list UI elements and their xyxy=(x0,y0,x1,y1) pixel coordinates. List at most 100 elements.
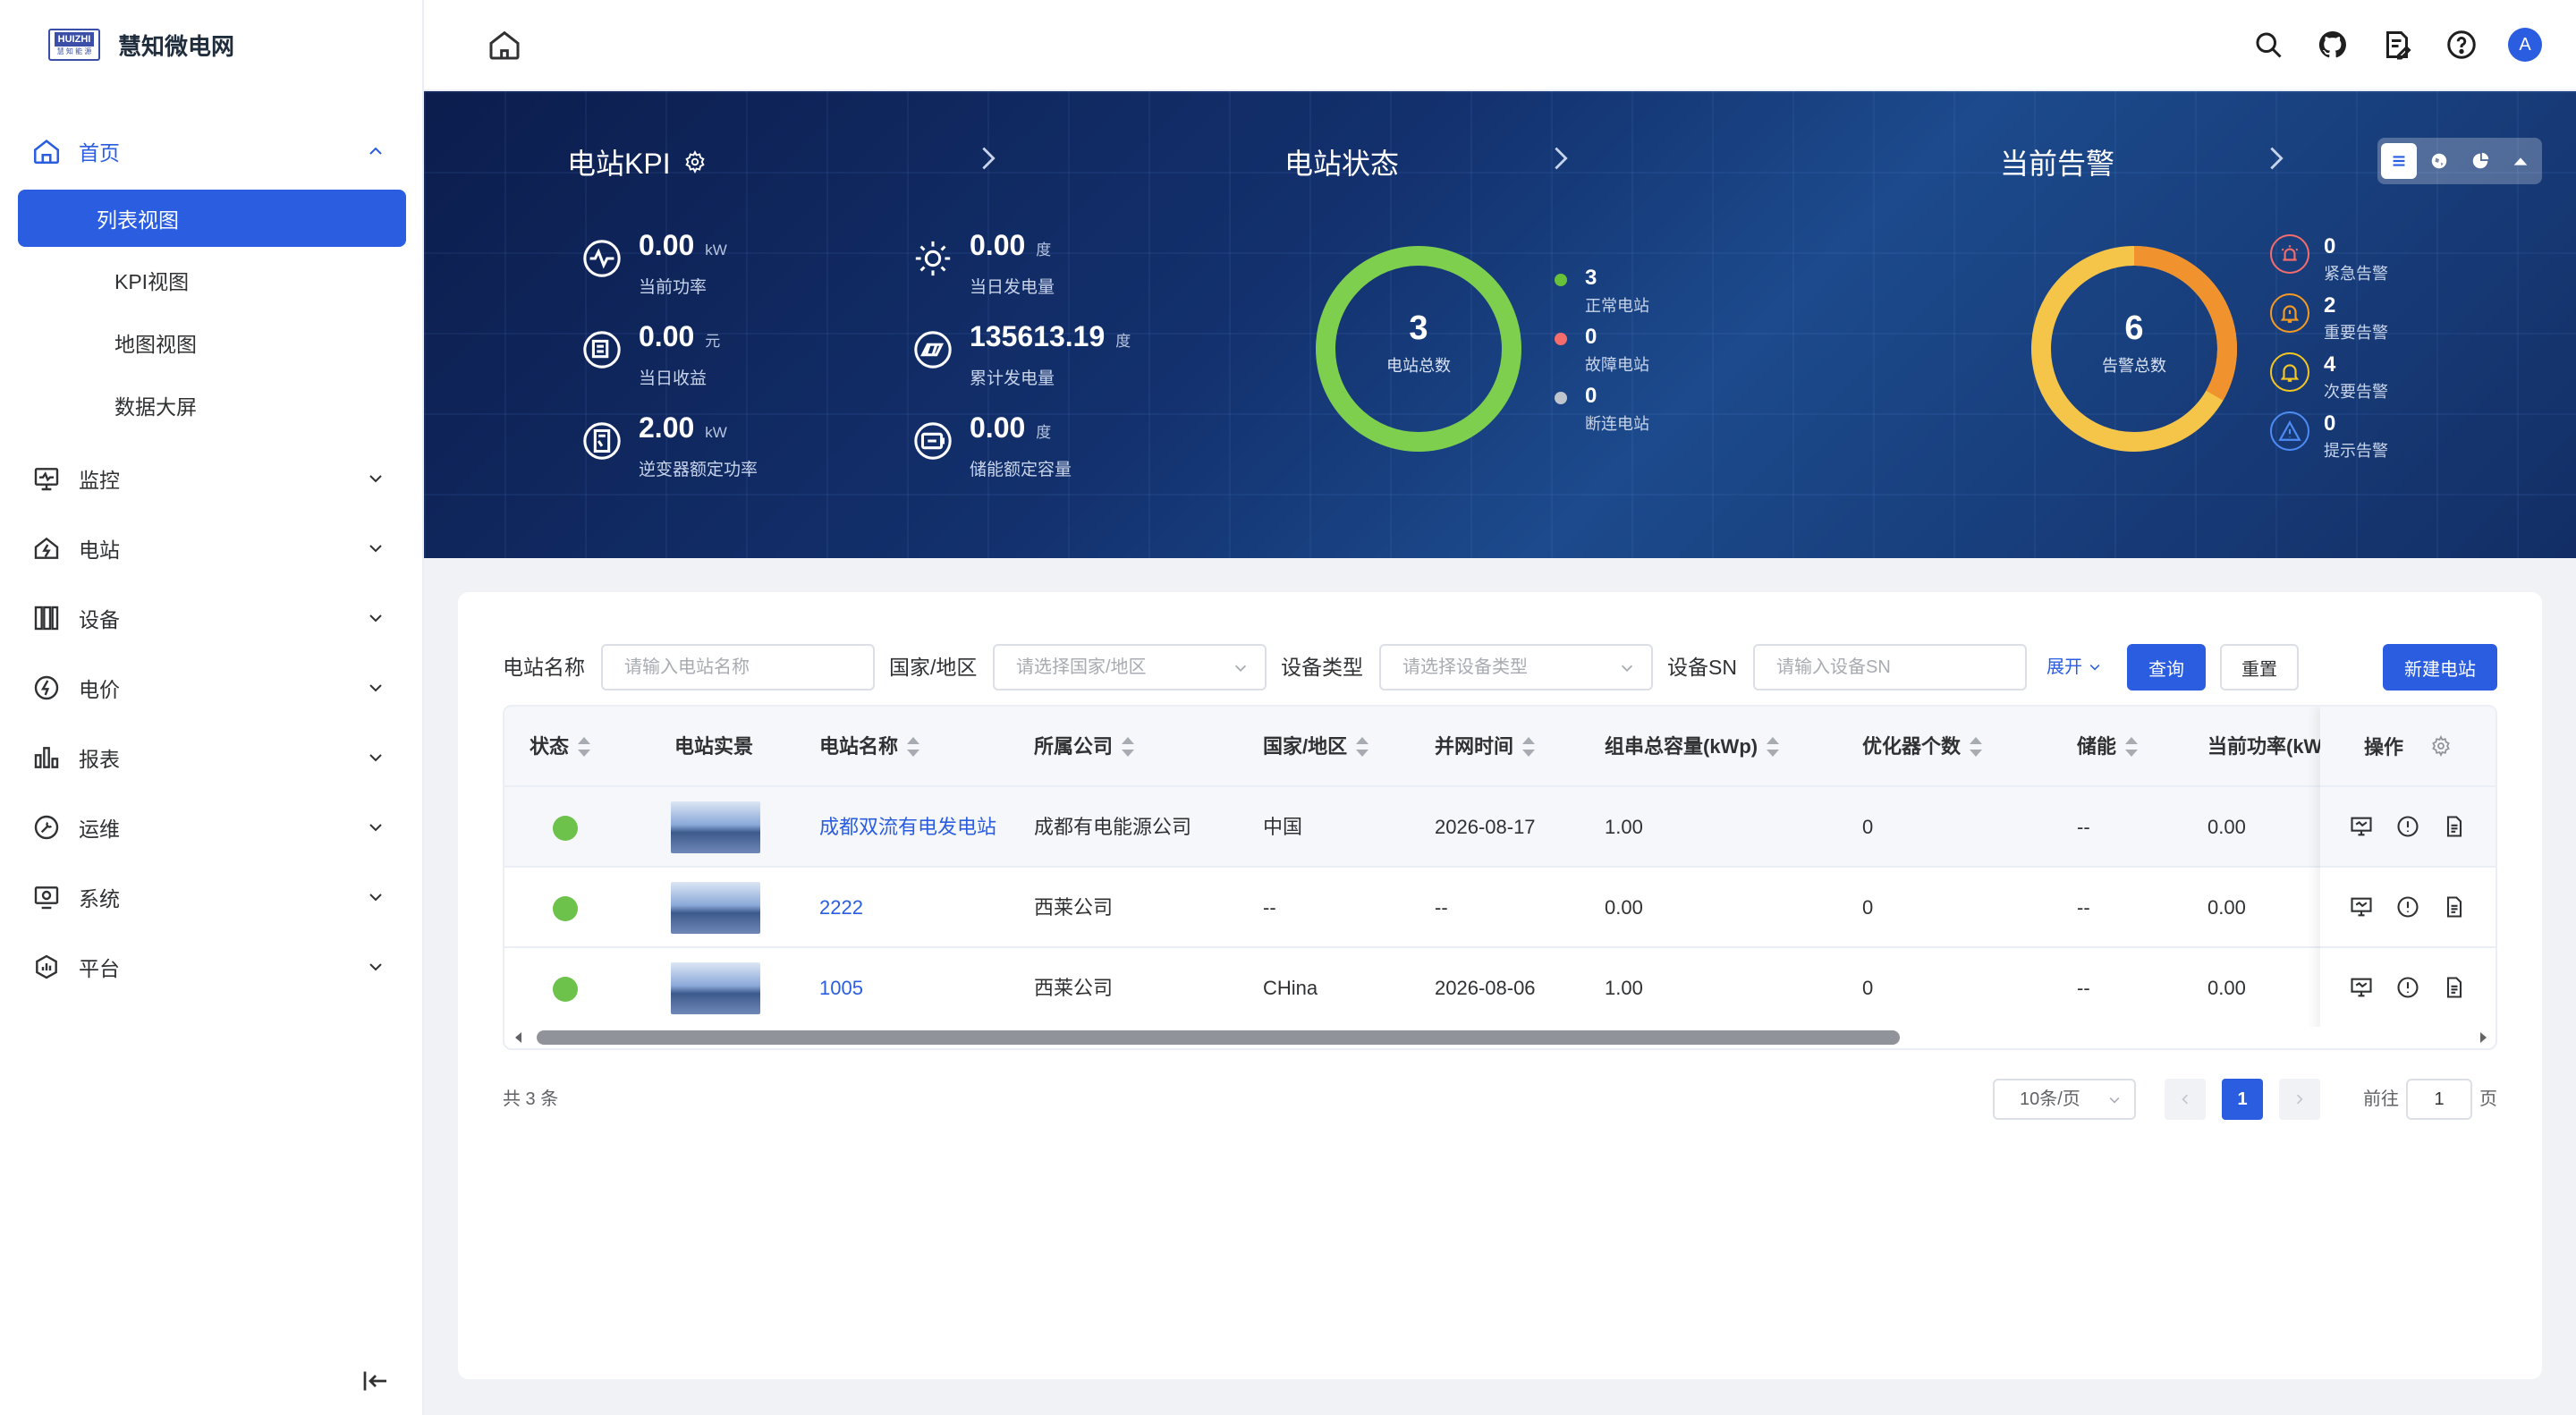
github-icon[interactable] xyxy=(2315,27,2351,63)
station-table: 状态 电站实景 电站名称 所属公司 国家/地区 并网时间 组串总容量(kWp) … xyxy=(503,705,2497,1050)
globe-view-icon[interactable] xyxy=(2422,143,2458,179)
alarm-total: 6 告警总数 xyxy=(2102,309,2166,375)
menu-system[interactable]: 系统 xyxy=(0,862,424,932)
app-logo[interactable]: HUIZHI 慧 知 能 源 慧知微电网 xyxy=(48,27,234,63)
table-row[interactable]: 1005 西莱公司 CHina 2026-08-06 1.00 0 -- 0.0… xyxy=(504,948,2496,1029)
sort-icon[interactable] xyxy=(1356,737,1369,757)
sort-icon[interactable] xyxy=(1767,737,1780,757)
col-grid-time[interactable]: 并网时间 xyxy=(1435,707,1536,787)
wrench-icon xyxy=(30,811,63,843)
station-name-input[interactable]: 请输入电站名称 xyxy=(601,644,875,691)
submenu-list-view[interactable]: 列表视图 xyxy=(18,190,406,247)
bar-chart-icon xyxy=(30,741,63,774)
document-icon[interactable] xyxy=(2442,894,2467,919)
col-storage[interactable]: 储能 xyxy=(2077,707,2139,787)
sort-icon[interactable] xyxy=(2125,737,2139,757)
submenu-map-view[interactable]: 地图视图 xyxy=(18,311,406,374)
submenu-big-screen[interactable]: 数据大屏 xyxy=(18,374,406,436)
red-dot xyxy=(1555,333,1567,345)
col-country[interactable]: 国家/地区 xyxy=(1263,707,1369,787)
station-photo[interactable] xyxy=(671,962,760,1014)
station-name-link[interactable]: 2222 xyxy=(819,868,1021,948)
menu-ops[interactable]: 运维 xyxy=(0,792,424,862)
sun-gear-icon xyxy=(915,241,951,276)
col-optimizers[interactable]: 优化器个数 xyxy=(1862,707,1983,787)
query-button[interactable]: 查询 xyxy=(2127,644,2206,691)
header-actions: A xyxy=(2250,27,2542,63)
station-name-link[interactable]: 1005 xyxy=(819,948,1021,1029)
page-button-1[interactable]: 1 xyxy=(2222,1079,2263,1120)
submenu-kpi-view[interactable]: KPI视图 xyxy=(18,249,406,311)
gear-icon[interactable] xyxy=(683,150,707,174)
scroll-left-icon[interactable] xyxy=(512,1030,526,1045)
col-company[interactable]: 所属公司 xyxy=(1034,707,1135,787)
dashboard-banner: 电站KPI 0.00 kW 当前功率 0.00 度当日发电量 0.00 元当日收益 13… xyxy=(424,91,2576,558)
sort-icon[interactable] xyxy=(1122,737,1135,757)
sort-icon[interactable] xyxy=(578,737,591,757)
menu-station[interactable]: 电站 xyxy=(0,513,424,583)
row-operations xyxy=(2320,948,2496,1029)
country-select[interactable]: 请选择国家/地区 xyxy=(993,644,1267,691)
monitor-screen-icon[interactable] xyxy=(2349,814,2374,839)
monitor-screen-icon[interactable] xyxy=(2349,975,2374,1000)
scroll-right-icon[interactable] xyxy=(2476,1030,2490,1045)
search-icon[interactable] xyxy=(2250,27,2286,63)
monitor-screen-icon[interactable] xyxy=(2349,894,2374,919)
menu-device[interactable]: 设备 xyxy=(0,583,424,653)
power-wave-icon xyxy=(583,240,621,277)
alarm-info: 0 提示告警 xyxy=(2270,411,2388,462)
menu-report[interactable]: 报表 xyxy=(0,723,424,792)
help-icon[interactable] xyxy=(2444,27,2479,63)
collapse-sidebar-icon[interactable] xyxy=(360,1365,392,1397)
user-avatar[interactable]: A xyxy=(2508,28,2542,62)
battery-icon xyxy=(914,422,952,460)
station-name-link[interactable]: 成都双流有电发电站 xyxy=(819,787,1021,868)
collapse-up-icon[interactable] xyxy=(2504,143,2539,179)
next-page-button[interactable] xyxy=(2279,1079,2320,1120)
kpi-inverter-rated-power: 2.00 kW 逆变器额定功率 xyxy=(581,410,758,480)
view-toggle xyxy=(2377,138,2542,184)
logo-mark: HUIZHI 慧 知 能 源 xyxy=(48,29,100,61)
device-sn-input[interactable]: 请输入设备SN xyxy=(1753,644,2027,691)
menu-platform[interactable]: 平台 xyxy=(0,932,424,1002)
new-station-button[interactable]: 新建电站 xyxy=(2383,644,2497,691)
expand-filters-button[interactable]: 展开 xyxy=(2046,644,2102,691)
home-icon[interactable] xyxy=(487,27,522,63)
menu-price[interactable]: 电价 xyxy=(0,653,424,723)
prev-page-button[interactable] xyxy=(2165,1079,2206,1120)
table-row[interactable]: 2222 西莱公司 -- -- 0.00 0 -- 0.00 xyxy=(504,868,2496,948)
table-row[interactable]: 成都双流有电发电站 成都有电能源公司 中国 2026-08-17 1.00 0 … xyxy=(504,787,2496,868)
document-icon[interactable] xyxy=(2442,814,2467,839)
lightning-icon xyxy=(30,672,63,704)
col-capacity[interactable]: 组串总容量(kWp) xyxy=(1605,707,1780,787)
col-current-power[interactable]: 当前功率(kW) xyxy=(2207,707,2324,787)
status-more-chevron-icon[interactable] xyxy=(1547,143,1574,174)
pie-view-icon[interactable] xyxy=(2462,143,2498,179)
goto-page-input[interactable]: 1 xyxy=(2406,1079,2472,1120)
kpi-more-chevron-icon[interactable] xyxy=(975,143,1002,174)
document-icon[interactable] xyxy=(2442,975,2467,1000)
col-status[interactable]: 状态 xyxy=(530,707,591,787)
chevron-down-icon xyxy=(1621,665,1633,672)
station-photo[interactable] xyxy=(671,882,760,934)
sort-icon[interactable] xyxy=(1522,737,1536,757)
alarm-more-chevron-icon[interactable] xyxy=(2263,143,2290,174)
col-station-name[interactable]: 电站名称 xyxy=(819,707,920,787)
scroll-thumb[interactable] xyxy=(537,1030,1900,1045)
device-type-select[interactable]: 请选择设备类型 xyxy=(1379,644,1653,691)
column-settings-gear-icon[interactable] xyxy=(2430,735,2452,757)
chevron-down-icon xyxy=(369,894,382,902)
menu-monitor[interactable]: 监控 xyxy=(0,444,424,513)
list-view-icon[interactable] xyxy=(2381,143,2417,179)
page-size-select[interactable]: 10条/页 xyxy=(1993,1079,2136,1120)
document-edit-icon[interactable] xyxy=(2379,27,2415,63)
sort-icon[interactable] xyxy=(1970,737,1983,757)
info-circle-icon[interactable] xyxy=(2395,814,2420,839)
menu-home[interactable]: 首页 xyxy=(0,116,424,186)
info-circle-icon[interactable] xyxy=(2395,894,2420,919)
station-photo[interactable] xyxy=(671,801,760,853)
reset-button[interactable]: 重置 xyxy=(2220,644,2299,691)
info-circle-icon[interactable] xyxy=(2395,975,2420,1000)
horizontal-scrollbar[interactable] xyxy=(504,1027,2496,1048)
sort-icon[interactable] xyxy=(907,737,920,757)
